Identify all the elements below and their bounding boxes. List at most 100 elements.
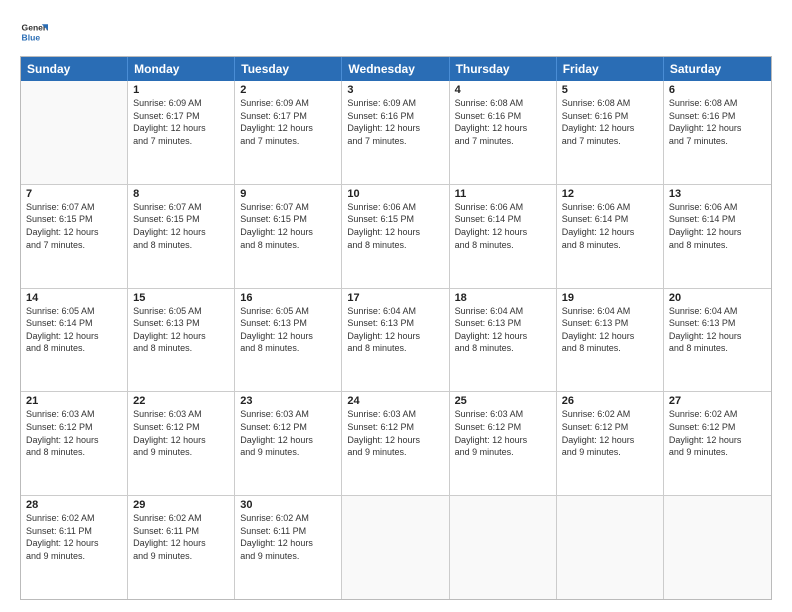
day-info: Sunrise: 6:03 AM Sunset: 6:12 PM Dayligh… [240, 408, 336, 458]
header-day-wednesday: Wednesday [342, 57, 449, 81]
day-info: Sunrise: 6:08 AM Sunset: 6:16 PM Dayligh… [562, 97, 658, 147]
day-cell-7: 7Sunrise: 6:07 AM Sunset: 6:15 PM Daylig… [21, 185, 128, 288]
day-cell-4: 4Sunrise: 6:08 AM Sunset: 6:16 PM Daylig… [450, 81, 557, 184]
day-cell-21: 21Sunrise: 6:03 AM Sunset: 6:12 PM Dayli… [21, 392, 128, 495]
day-info: Sunrise: 6:02 AM Sunset: 6:12 PM Dayligh… [562, 408, 658, 458]
header-day-friday: Friday [557, 57, 664, 81]
day-number: 20 [669, 292, 766, 304]
header-day-tuesday: Tuesday [235, 57, 342, 81]
day-number: 23 [240, 395, 336, 407]
day-number: 5 [562, 84, 658, 96]
day-info: Sunrise: 6:04 AM Sunset: 6:13 PM Dayligh… [669, 305, 766, 355]
day-number: 28 [26, 499, 122, 511]
day-info: Sunrise: 6:08 AM Sunset: 6:16 PM Dayligh… [669, 97, 766, 147]
day-cell-18: 18Sunrise: 6:04 AM Sunset: 6:13 PM Dayli… [450, 289, 557, 392]
day-number: 10 [347, 188, 443, 200]
day-number: 17 [347, 292, 443, 304]
day-cell-26: 26Sunrise: 6:02 AM Sunset: 6:12 PM Dayli… [557, 392, 664, 495]
header-day-monday: Monday [128, 57, 235, 81]
day-info: Sunrise: 6:05 AM Sunset: 6:13 PM Dayligh… [133, 305, 229, 355]
calendar-body: 1Sunrise: 6:09 AM Sunset: 6:17 PM Daylig… [21, 81, 771, 599]
day-cell-25: 25Sunrise: 6:03 AM Sunset: 6:12 PM Dayli… [450, 392, 557, 495]
day-number: 26 [562, 395, 658, 407]
day-cell-15: 15Sunrise: 6:05 AM Sunset: 6:13 PM Dayli… [128, 289, 235, 392]
day-number: 19 [562, 292, 658, 304]
day-cell-3: 3Sunrise: 6:09 AM Sunset: 6:16 PM Daylig… [342, 81, 449, 184]
day-number: 22 [133, 395, 229, 407]
day-number: 21 [26, 395, 122, 407]
day-info: Sunrise: 6:03 AM Sunset: 6:12 PM Dayligh… [133, 408, 229, 458]
week-row-4: 21 Sunrise: 6:03 AM Sunset: 6:12 PM Dayli… [21, 392, 771, 496]
day-number: 24 [347, 395, 443, 407]
calendar-header: SundayMondayTuesdayWednesdayThursdayFrid… [21, 57, 771, 81]
day-cell-2: 2Sunrise: 6:09 AM Sunset: 6:17 PM Daylig… [235, 81, 342, 184]
week-row-5: 28Sunrise: 6:02 AM Sunset: 6:11 PM Dayli… [21, 496, 771, 599]
day-info: Sunrise: 6:06 AM Sunset: 6:14 PM Dayligh… [455, 201, 551, 251]
day-number: 15 [133, 292, 229, 304]
day-number: 16 [240, 292, 336, 304]
day-number: 1 [133, 84, 229, 96]
day-cell-29: 29Sunrise: 6:02 AM Sunset: 6:11 PM Dayli… [128, 496, 235, 599]
day-number: 4 [455, 84, 551, 96]
day-cell-28: 28Sunrise: 6:02 AM Sunset: 6:11 PM Dayli… [21, 496, 128, 599]
logo-icon: General Blue [20, 18, 48, 46]
day-cell-14: 14Sunrise: 6:05 AM Sunset: 6:14 PM Dayli… [21, 289, 128, 392]
svg-text:Blue: Blue [22, 33, 41, 43]
day-number: 7 [26, 188, 122, 200]
day-number: 13 [669, 188, 766, 200]
day-cell-20: 20Sunrise: 6:04 AM Sunset: 6:13 PM Dayli… [664, 289, 771, 392]
day-cell-17: 17Sunrise: 6:04 AM Sunset: 6:13 PM Dayli… [342, 289, 449, 392]
day-cell-8: 8Sunrise: 6:07 AM Sunset: 6:15 PM Daylig… [128, 185, 235, 288]
day-info: Sunrise: 6:03 AM Sunset: 6:12 PM Dayligh… [347, 408, 443, 458]
week-row-3: 14Sunrise: 6:05 AM Sunset: 6:14 PM Dayli… [21, 289, 771, 393]
day-cell-24: 24Sunrise: 6:03 AM Sunset: 6:12 PM Dayli… [342, 392, 449, 495]
day-number: 3 [347, 84, 443, 96]
page: General Blue SundayMondayTuesdayWednesda… [0, 0, 792, 612]
day-number: 11 [455, 188, 551, 200]
day-cell-16: 16Sunrise: 6:05 AM Sunset: 6:13 PM Dayli… [235, 289, 342, 392]
day-number: 2 [240, 84, 336, 96]
week-row-2: 7Sunrise: 6:07 AM Sunset: 6:15 PM Daylig… [21, 185, 771, 289]
header-day-thursday: Thursday [450, 57, 557, 81]
day-number: 9 [240, 188, 336, 200]
day-info: Sunrise: 6:02 AM Sunset: 6:11 PM Dayligh… [26, 512, 122, 562]
empty-cell [342, 496, 449, 599]
day-cell-13: 13Sunrise: 6:06 AM Sunset: 6:14 PM Dayli… [664, 185, 771, 288]
day-cell-5: 5Sunrise: 6:08 AM Sunset: 6:16 PM Daylig… [557, 81, 664, 184]
day-info: Sunrise: 6:02 AM Sunset: 6:12 PM Dayligh… [669, 408, 766, 458]
day-info: Sunrise: 6:05 AM Sunset: 6:13 PM Dayligh… [240, 305, 336, 355]
day-info: Sunrise: 6:09 AM Sunset: 6:16 PM Dayligh… [347, 97, 443, 147]
day-number: 8 [133, 188, 229, 200]
header-day-saturday: Saturday [664, 57, 771, 81]
day-number: 27 [669, 395, 766, 407]
empty-cell [664, 496, 771, 599]
day-info: Sunrise: 6:07 AM Sunset: 6:15 PM Dayligh… [240, 201, 336, 251]
day-number: 14 [26, 292, 122, 304]
week-row-1: 1Sunrise: 6:09 AM Sunset: 6:17 PM Daylig… [21, 81, 771, 185]
day-number: 18 [455, 292, 551, 304]
day-info: Sunrise: 6:07 AM Sunset: 6:15 PM Dayligh… [133, 201, 229, 251]
day-number: 12 [562, 188, 658, 200]
day-cell-30: 30Sunrise: 6:02 AM Sunset: 6:11 PM Dayli… [235, 496, 342, 599]
day-cell-10: 10Sunrise: 6:06 AM Sunset: 6:15 PM Dayli… [342, 185, 449, 288]
header: General Blue [20, 18, 772, 46]
day-info: Sunrise: 6:06 AM Sunset: 6:14 PM Dayligh… [669, 201, 766, 251]
day-info: Sunrise: 6:06 AM Sunset: 6:15 PM Dayligh… [347, 201, 443, 251]
day-number: 29 [133, 499, 229, 511]
day-info: Sunrise: 6:07 AM Sunset: 6:15 PM Dayligh… [26, 201, 122, 251]
calendar: SundayMondayTuesdayWednesdayThursdayFrid… [20, 56, 772, 600]
day-cell-6: 6Sunrise: 6:08 AM Sunset: 6:16 PM Daylig… [664, 81, 771, 184]
day-info: Sunrise: 6:09 AM Sunset: 6:17 PM Dayligh… [133, 97, 229, 147]
day-cell-9: 9Sunrise: 6:07 AM Sunset: 6:15 PM Daylig… [235, 185, 342, 288]
day-info: Sunrise: 6:03 AM Sunset: 6:12 PM Dayligh… [455, 408, 551, 458]
day-cell-12: 12Sunrise: 6:06 AM Sunset: 6:14 PM Dayli… [557, 185, 664, 288]
empty-cell [21, 81, 128, 184]
day-info: Sunrise: 6:04 AM Sunset: 6:13 PM Dayligh… [347, 305, 443, 355]
day-number: 30 [240, 499, 336, 511]
logo: General Blue [20, 18, 50, 46]
day-info: Sunrise: 6:02 AM Sunset: 6:11 PM Dayligh… [133, 512, 229, 562]
day-cell-22: 22Sunrise: 6:03 AM Sunset: 6:12 PM Dayli… [128, 392, 235, 495]
day-cell-23: 23Sunrise: 6:03 AM Sunset: 6:12 PM Dayli… [235, 392, 342, 495]
day-number: 6 [669, 84, 766, 96]
day-info: Sunrise: 6:06 AM Sunset: 6:14 PM Dayligh… [562, 201, 658, 251]
